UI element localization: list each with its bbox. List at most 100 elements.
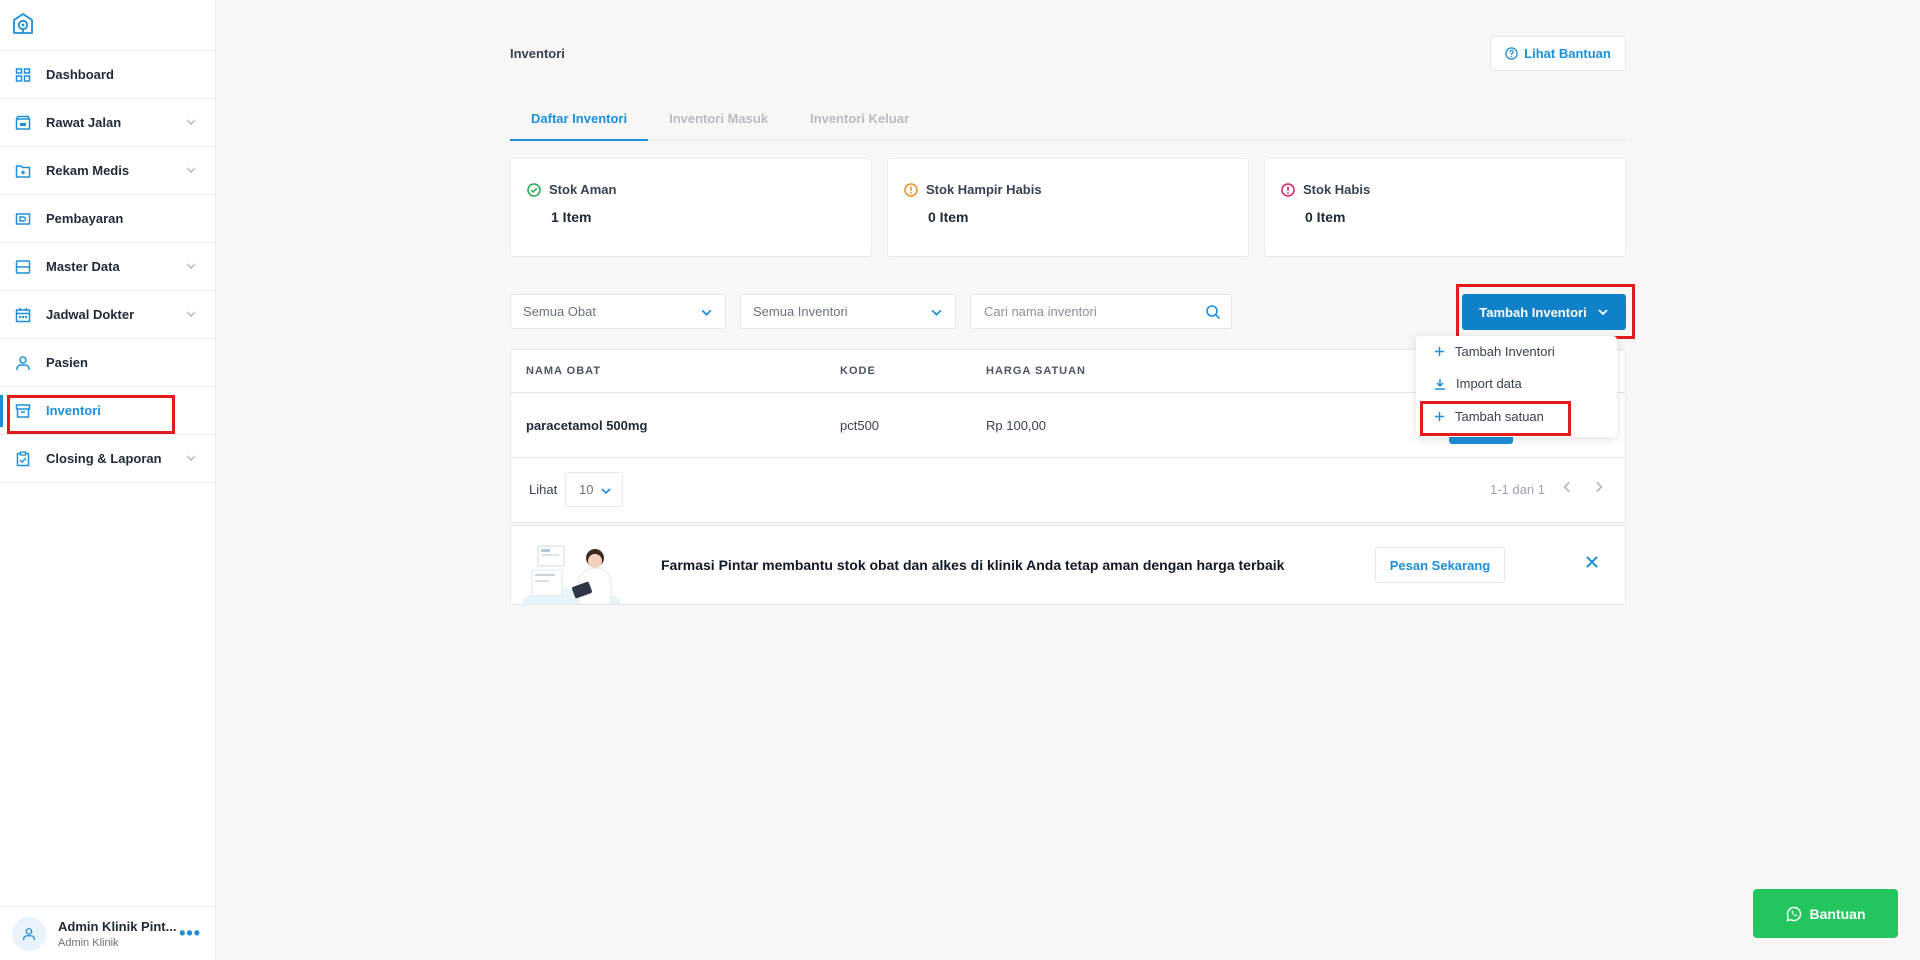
menu-item-tambah-inventori[interactable]: Tambah Inventori <box>1434 344 1555 359</box>
plus-icon <box>1434 346 1445 357</box>
stat-title: Stok Habis <box>1303 182 1371 197</box>
database-icon <box>14 258 32 276</box>
pagination-info: 1-1 dari 1 <box>1490 482 1545 497</box>
sidebar-item-label: Inventori <box>46 403 101 418</box>
page-size-select[interactable]: 10 <box>565 472 623 507</box>
column-header-code: KODE <box>840 365 876 377</box>
cell-name: paracetamol 500mg <box>526 418 648 433</box>
clipboard-check-icon <box>14 450 32 468</box>
menu-item-import-data[interactable]: Import data <box>1434 376 1522 391</box>
stat-value: 1 Item <box>551 209 592 225</box>
filter-obat-select[interactable]: Semua Obat <box>510 294 726 329</box>
menu-item-label: Tambah Inventori <box>1455 344 1555 359</box>
sidebar-item-pasien[interactable]: Pasien <box>0 339 215 387</box>
search-input[interactable] <box>971 295 1191 328</box>
chevron-down-icon <box>186 311 196 317</box>
promo-illustration <box>523 540 633 604</box>
add-inventory-button-label: Tambah Inventori <box>1479 304 1587 320</box>
stat-title: Stok Hampir Habis <box>926 182 1042 197</box>
calendar-icon <box>14 306 32 324</box>
user-icon <box>14 354 32 372</box>
sidebar-item-label: Pasien <box>46 355 88 370</box>
sidebar-item-closing-laporan[interactable]: Closing & Laporan <box>0 435 215 483</box>
stat-card-stok-aman: Stok Aman 1 Item <box>510 158 872 257</box>
order-now-button[interactable]: Pesan Sekarang <box>1375 547 1505 583</box>
check-circle-icon <box>527 182 541 197</box>
alert-circle-icon <box>1281 182 1295 197</box>
tab-bar: Daftar Inventori Inventori Masuk Invento… <box>510 96 1626 141</box>
sidebar-item-rekam-medis[interactable]: Rekam Medis <box>0 147 215 195</box>
avatar <box>12 916 46 951</box>
clinic-pin-icon <box>13 13 33 34</box>
page-size-label: Lihat <box>529 482 558 497</box>
sidebar-item-jadwal-dokter[interactable]: Jadwal Dokter <box>0 291 215 339</box>
chevron-down-icon <box>601 488 611 495</box>
chevron-down-icon <box>931 309 942 316</box>
stat-value: 0 Item <box>1305 209 1346 225</box>
chevron-left-icon[interactable] <box>1560 480 1574 494</box>
user-icon <box>23 927 35 940</box>
menu-item-label: Tambah satuan <box>1455 409 1544 424</box>
page-title: Inventori <box>510 46 565 61</box>
filter-obat-value: Semua Obat <box>523 304 596 319</box>
sidebar: Dashboard Rawat Jalan Rekam Medis Pembay… <box>0 0 216 960</box>
chevron-down-icon <box>701 309 712 316</box>
promo-banner: Farmasi Pintar membantu stok obat dan al… <box>510 525 1626 605</box>
more-options-icon[interactable]: ••• <box>179 923 201 944</box>
add-inventory-button[interactable]: Tambah Inventori <box>1462 294 1626 330</box>
sidebar-item-rawat-jalan[interactable]: Rawat Jalan <box>0 99 215 147</box>
menu-item-tambah-satuan[interactable]: Tambah satuan <box>1434 409 1544 424</box>
plus-icon <box>1434 411 1445 422</box>
chevron-down-icon <box>1598 309 1608 316</box>
filter-inventori-value: Semua Inventori <box>753 304 848 319</box>
tab-daftar-inventori[interactable]: Daftar Inventori <box>510 96 649 141</box>
table-footer: Lihat 10 1-1 dari 1 <box>511 458 1625 522</box>
stat-value: 0 Item <box>928 209 969 225</box>
chevron-down-icon <box>186 455 196 461</box>
add-inventory-dropdown: Tambah Inventori Import data Tambah satu… <box>1416 336 1617 437</box>
tab-inventori-masuk[interactable]: Inventori Masuk <box>648 96 789 140</box>
chevron-down-icon <box>186 167 196 173</box>
chevron-right-icon[interactable] <box>1592 480 1606 494</box>
archive-icon <box>14 402 32 420</box>
chevron-down-icon <box>186 119 196 125</box>
promo-text: Farmasi Pintar membantu stok obat dan al… <box>661 557 1285 573</box>
sidebar-item-label: Rawat Jalan <box>46 115 122 130</box>
whatsapp-help-button[interactable]: Bantuan <box>1753 889 1898 938</box>
sidebar-item-inventori[interactable]: Inventori <box>0 387 215 435</box>
stat-card-stok-habis: Stok Habis 0 Item <box>1264 158 1626 257</box>
help-circle-icon <box>1505 47 1518 60</box>
logo[interactable] <box>0 0 215 51</box>
sidebar-item-label: Master Data <box>46 259 120 274</box>
search-box <box>970 294 1232 329</box>
close-icon[interactable] <box>1585 555 1599 569</box>
stat-card-stok-hampir-habis: Stok Hampir Habis 0 Item <box>887 158 1249 257</box>
medical-record-icon <box>14 162 32 180</box>
row-action-button[interactable] <box>1449 436 1513 444</box>
sidebar-item-label: Jadwal Dokter <box>46 307 135 322</box>
sidebar-item-master-data[interactable]: Master Data <box>0 243 215 291</box>
column-header-price: HARGA SATUAN <box>986 365 1086 377</box>
page-size-value: 10 <box>579 482 594 497</box>
sidebar-item-label: Dashboard <box>46 67 114 82</box>
sidebar-item-label: Rekam Medis <box>46 163 130 178</box>
outpatient-icon <box>14 114 32 132</box>
sidebar-item-label: Pembayaran <box>46 211 124 226</box>
filter-inventori-select[interactable]: Semua Inventori <box>740 294 956 329</box>
cell-code: pct500 <box>840 418 880 433</box>
sidebar-item-dashboard[interactable]: Dashboard <box>0 51 215 99</box>
sidebar-item-pembayaran[interactable]: Pembayaran <box>0 195 215 243</box>
search-icon[interactable] <box>1205 304 1221 320</box>
sidebar-item-label: Closing & Laporan <box>46 451 162 466</box>
user-role: Admin Klinik <box>58 936 119 949</box>
dashboard-icon <box>14 66 32 84</box>
help-button[interactable]: Lihat Bantuan <box>1490 36 1626 71</box>
download-icon <box>1435 378 1445 390</box>
chevron-down-icon <box>186 263 196 269</box>
user-name: Admin Klinik Pint... <box>58 918 177 934</box>
tab-inventori-keluar[interactable]: Inventori Keluar <box>789 96 930 140</box>
warning-circle-icon <box>904 182 918 197</box>
cell-price: Rp 100,00 <box>986 418 1046 433</box>
user-profile[interactable]: Admin Klinik Pint... Admin Klinik ••• <box>0 906 215 960</box>
stat-title: Stok Aman <box>549 182 617 197</box>
